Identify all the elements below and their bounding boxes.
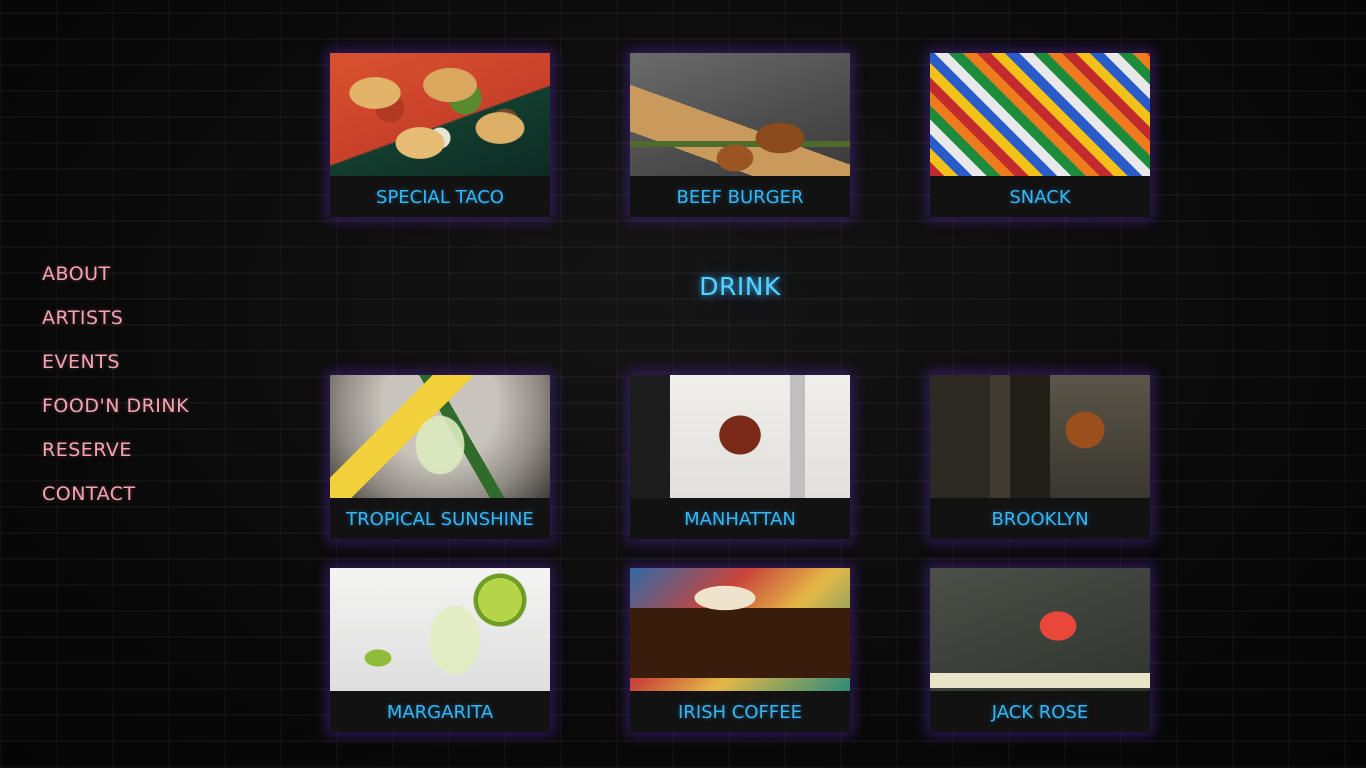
drink-card-irish-coffee[interactable]: IRISH COFFEE [630,568,850,732]
nav-item-events[interactable]: EVENTS [42,350,189,394]
tropical-sunshine-image[interactable] [330,375,550,498]
drink-card-label[interactable]: MARGARITA [330,691,550,732]
food-card-special-taco[interactable]: SPECIAL TACO [330,53,550,217]
side-nav: ABOUT ARTISTS EVENTS FOOD'N DRINK RESERV… [42,262,189,526]
drink-card-manhattan[interactable]: MANHATTAN [630,375,850,539]
beef-burger-image[interactable] [630,53,850,176]
drink-card-tropical-sunshine[interactable]: TROPICAL SUNSHINE [330,375,550,539]
special-taco-image[interactable] [330,53,550,176]
drink-card-label[interactable]: MANHATTAN [630,498,850,539]
drink-card-margarita[interactable]: MARGARITA [330,568,550,732]
drink-section-title: DRINK [699,272,781,301]
drink-card-jack-rose[interactable]: JACK ROSE [930,568,1150,732]
irish-coffee-image[interactable] [630,568,850,691]
manhattan-image[interactable] [630,375,850,498]
nav-item-reserve[interactable]: RESERVE [42,438,189,482]
drink-card-label[interactable]: IRISH COFFEE [630,691,850,732]
drink-card-brooklyn[interactable]: BROOKLYN [930,375,1150,539]
nav-item-contact[interactable]: CONTACT [42,482,189,526]
drink-card-label[interactable]: BROOKLYN [930,498,1150,539]
nav-item-food-n-drink[interactable]: FOOD'N DRINK [42,394,189,438]
nav-item-about[interactable]: ABOUT [42,262,189,306]
nav-item-artists[interactable]: ARTISTS [42,306,189,350]
snack-image[interactable] [930,53,1150,176]
food-card-label[interactable]: BEEF BURGER [630,176,850,217]
food-card-snack[interactable]: SNACK [930,53,1150,217]
jack-rose-image[interactable] [930,568,1150,691]
food-card-beef-burger[interactable]: BEEF BURGER [630,53,850,217]
margarita-image[interactable] [330,568,550,691]
drink-card-label[interactable]: TROPICAL SUNSHINE [330,498,550,539]
drink-card-label[interactable]: JACK ROSE [930,691,1150,732]
food-card-label[interactable]: SNACK [930,176,1150,217]
brooklyn-image[interactable] [930,375,1150,498]
food-card-label[interactable]: SPECIAL TACO [330,176,550,217]
